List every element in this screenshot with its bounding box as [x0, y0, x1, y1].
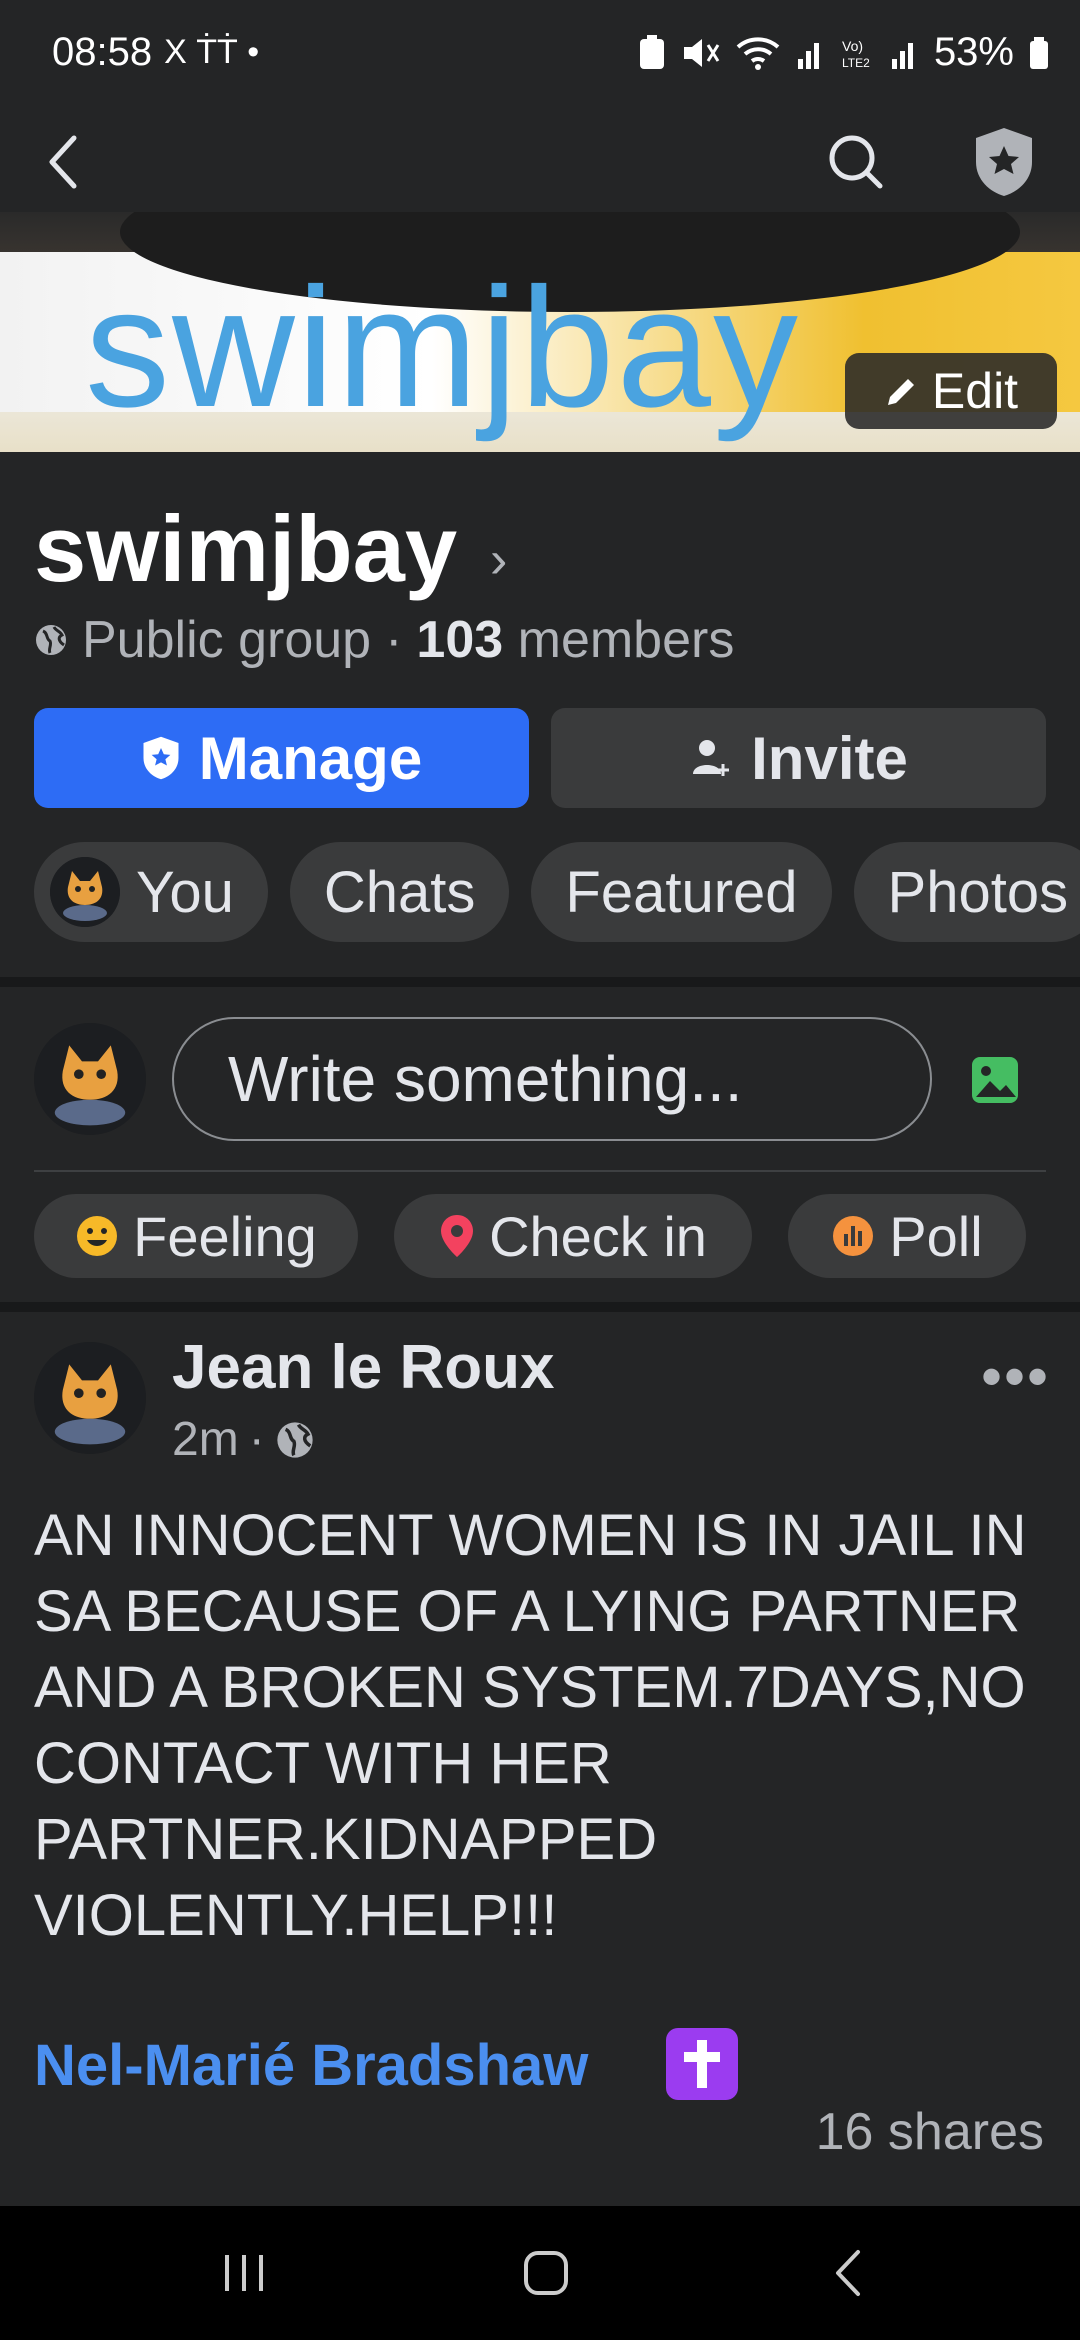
members-link[interactable]: 103 members	[416, 610, 734, 670]
tab-photos[interactable]: Photos	[853, 842, 1080, 942]
post-time[interactable]: 2m	[172, 1412, 239, 1467]
photo-button[interactable]	[968, 1053, 1022, 1107]
add-person-icon	[693, 740, 730, 776]
post-options-button[interactable]: •••	[981, 1342, 1050, 1411]
status-left: 08:58 X ṪṪ •	[52, 30, 259, 75]
mute-icon	[683, 38, 720, 67]
globe-icon	[277, 1421, 313, 1458]
top-nav-bar	[0, 112, 1080, 212]
signal-icon-2	[891, 42, 913, 69]
composer-avatar[interactable]	[34, 1023, 146, 1135]
user-avatar	[50, 857, 120, 927]
shield-star-icon	[976, 128, 1032, 196]
smiley-icon	[77, 1216, 118, 1256]
cat-avatar-icon	[34, 1023, 146, 1135]
tagged-person-link[interactable]: Nel-Marié Bradshaw	[34, 2032, 588, 2099]
svg-text:Vo): Vo)	[842, 38, 863, 54]
cross-emoji-icon	[666, 2028, 738, 2100]
section-divider-2	[0, 1302, 1080, 1312]
tab-featured[interactable]: Featured	[531, 842, 832, 942]
chevron-right-icon[interactable]: ›	[490, 530, 507, 590]
post-meta: 2m ·	[172, 1412, 315, 1467]
signal-icon	[797, 42, 819, 69]
chevron-left-icon	[49, 135, 77, 189]
search-button[interactable]	[806, 112, 906, 212]
home-icon	[524, 2251, 568, 2295]
tab-you[interactable]: You	[34, 842, 268, 942]
battery-saver-icon	[639, 34, 664, 69]
post-composer: Write something...	[0, 987, 1080, 1167]
group-name[interactable]: swimjbay	[34, 495, 457, 603]
invite-label: Invite	[751, 724, 908, 792]
cat-avatar-icon	[50, 857, 120, 927]
post-author-avatar[interactable]	[34, 1342, 146, 1454]
photo-icon	[972, 1057, 1018, 1103]
poll-button[interactable]: Poll	[788, 1194, 1026, 1278]
cover-text: swimjbay	[85, 253, 801, 443]
svg-text:LTE2: LTE2	[842, 56, 870, 70]
post-share-count[interactable]: 16 shares	[816, 2102, 1044, 2162]
tab-chats[interactable]: Chats	[289, 842, 510, 942]
edit-cover-button[interactable]: Edit	[845, 353, 1057, 429]
tab-featured-label: Featured	[565, 859, 798, 925]
group-meta: Public group · 103 members	[34, 610, 734, 670]
check-in-label: Check in	[489, 1204, 707, 1268]
post-author-name[interactable]: Jean le Roux	[172, 1332, 554, 1403]
group-tabs: You Chats Featured Photos	[34, 842, 1080, 942]
feeling-label: Feeling	[133, 1204, 317, 1268]
status-bar: 08:58 X ṪṪ • Vo) LTE2 53%	[0, 0, 1080, 112]
tab-you-label: You	[136, 859, 234, 925]
home-button[interactable]	[476, 2206, 616, 2340]
member-count: 103	[416, 611, 504, 669]
back-button[interactable]	[14, 112, 114, 212]
post-meta-separator: ·	[248, 1413, 265, 1466]
section-divider	[0, 977, 1080, 987]
write-something-input[interactable]: Write something...	[172, 1017, 932, 1141]
post-body-text: AN INNOCENT WOMEN IS IN JAIL IN SA BECAU…	[34, 1503, 1027, 1948]
status-notification-icons: X ṪṪ •	[164, 33, 260, 71]
manage-label: Manage	[198, 724, 423, 792]
search-icon	[829, 135, 883, 189]
system-navigation-bar	[0, 2206, 1080, 2340]
wifi-icon	[736, 36, 780, 70]
members-label: members	[517, 611, 735, 669]
admin-tools-button[interactable]	[954, 112, 1054, 212]
shield-star-icon	[143, 736, 179, 780]
edit-label: Edit	[931, 363, 1019, 419]
invite-button[interactable]: Invite	[551, 708, 1046, 808]
poll-icon	[833, 1216, 874, 1256]
poll-label: Poll	[889, 1204, 983, 1268]
privacy-label: Public group	[82, 611, 372, 669]
system-back-button[interactable]	[778, 2206, 918, 2340]
manage-button[interactable]: Manage	[34, 708, 529, 808]
location-pin-icon	[441, 1215, 474, 1257]
meta-separator: ·	[385, 611, 403, 669]
check-in-button[interactable]: Check in	[394, 1194, 752, 1278]
volte-icon: Vo) LTE2	[842, 38, 870, 70]
feed-post: Jean le Roux 2m · ••• AN INNOCENT WOMEN …	[0, 1312, 1080, 2202]
recent-apps-icon	[225, 2255, 263, 2291]
status-right: Vo) LTE2 53%	[638, 30, 1050, 75]
tab-photos-label: Photos	[887, 859, 1069, 925]
status-time: 08:58	[52, 30, 153, 74]
globe-icon	[36, 625, 66, 655]
recent-apps-button[interactable]	[174, 2206, 314, 2340]
feeling-button[interactable]: Feeling	[34, 1194, 358, 1278]
tab-chats-label: Chats	[323, 859, 476, 925]
back-arrow-icon	[836, 2250, 860, 2296]
cat-avatar-icon	[34, 1342, 146, 1454]
battery-icon	[1030, 36, 1048, 69]
battery-percent: 53%	[933, 30, 1014, 74]
pencil-icon	[887, 379, 914, 405]
composer-actions: Feeling Check in Poll	[0, 1172, 1080, 1302]
